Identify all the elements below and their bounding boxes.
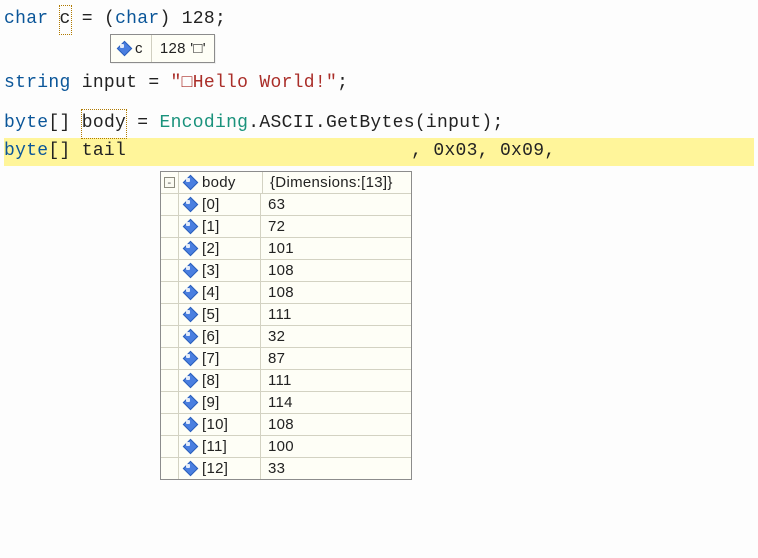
row-key: [10] bbox=[202, 417, 228, 432]
field-icon bbox=[185, 287, 196, 298]
keyword-char: char bbox=[4, 9, 48, 29]
datatip-c-value: 128 '□' bbox=[160, 37, 206, 60]
datatip-row[interactable]: [5] 111 bbox=[161, 304, 411, 326]
datatip-c[interactable]: c 128 '□' bbox=[110, 34, 215, 63]
hovered-variable-c[interactable]: c bbox=[60, 6, 71, 34]
row-val: 33 bbox=[261, 458, 303, 479]
datatip-row[interactable]: [3] 108 bbox=[161, 260, 411, 282]
datatip-row[interactable]: [2] 101 bbox=[161, 238, 411, 260]
code-text: = ( bbox=[71, 9, 115, 29]
expand-cell[interactable]: - bbox=[161, 172, 179, 193]
collapse-icon[interactable]: - bbox=[164, 177, 175, 188]
row-key: [8] bbox=[202, 373, 220, 388]
row-key: [4] bbox=[202, 285, 220, 300]
field-icon bbox=[119, 43, 130, 54]
string-literal: "□Hello World!" bbox=[171, 73, 338, 93]
datatip-row[interactable]: [9] 114 bbox=[161, 392, 411, 414]
keyword-string: string bbox=[4, 73, 71, 93]
code-text: [] tail bbox=[48, 141, 126, 161]
row-key: [12] bbox=[202, 461, 228, 476]
row-key: [1] bbox=[202, 219, 220, 234]
hovered-variable-body[interactable]: body bbox=[82, 110, 126, 138]
field-icon bbox=[185, 243, 196, 254]
row-key: [6] bbox=[202, 329, 220, 344]
datatip-row[interactable]: [10] 108 bbox=[161, 414, 411, 436]
class-name: Encoding bbox=[159, 113, 248, 133]
datatip-row[interactable]: [6] 32 bbox=[161, 326, 411, 348]
code-line-3: byte[] body = Encoding.ASCII.GetBytes(in… bbox=[4, 110, 754, 138]
datatip-row[interactable]: [4] 108 bbox=[161, 282, 411, 304]
row-val: 111 bbox=[261, 370, 303, 391]
row-val: 101 bbox=[261, 238, 303, 259]
field-icon bbox=[185, 419, 196, 430]
row-key: [3] bbox=[202, 263, 220, 278]
row-val: 87 bbox=[261, 348, 303, 369]
datatip-c-valuecell: 128 '□' bbox=[152, 35, 214, 62]
code-line-1: char c = (char) 128; bbox=[4, 6, 754, 34]
datatip-body-name: body bbox=[202, 175, 236, 190]
code-text: ) 128; bbox=[159, 9, 226, 29]
datatip-row[interactable]: [12] 33 bbox=[161, 458, 411, 479]
row-val: 72 bbox=[261, 216, 303, 237]
code-line-4-highlight: byte[] tail , 0x03, 0x09, bbox=[4, 138, 754, 166]
code-text: [] bbox=[48, 113, 81, 133]
keyword-char: char bbox=[115, 9, 159, 29]
row-val: 108 bbox=[261, 414, 303, 435]
field-icon bbox=[185, 309, 196, 320]
datatip-body-dimscell: {Dimensions:[13]} bbox=[263, 172, 411, 193]
datatip-row[interactable]: [11] 100 bbox=[161, 436, 411, 458]
datatip-c-name: c bbox=[135, 37, 143, 60]
row-key: [11] bbox=[202, 439, 227, 454]
field-icon bbox=[185, 331, 196, 342]
row-val: 63 bbox=[261, 194, 303, 215]
datatip-body[interactable]: - body {Dimensions:[13]} [0] 63 [1] 72 [2]… bbox=[160, 171, 412, 480]
hex-literals: , 0x03, 0x09, bbox=[411, 141, 555, 161]
row-val: 32 bbox=[261, 326, 303, 347]
datatip-row[interactable]: [7] 87 bbox=[161, 348, 411, 370]
row-key: [0] bbox=[202, 197, 220, 212]
keyword-byte: byte bbox=[4, 113, 48, 133]
row-val: 108 bbox=[261, 260, 303, 281]
row-val: 100 bbox=[261, 436, 303, 457]
code-text: ; bbox=[337, 73, 348, 93]
field-icon bbox=[185, 375, 196, 386]
field-icon bbox=[185, 353, 196, 364]
row-val: 114 bbox=[261, 392, 303, 413]
code-text: input = bbox=[71, 73, 171, 93]
row-key: [9] bbox=[202, 395, 220, 410]
field-icon bbox=[185, 199, 196, 210]
code-text: .ASCII.GetBytes(input); bbox=[248, 113, 503, 133]
row-key: [2] bbox=[202, 241, 220, 256]
row-key: [5] bbox=[202, 307, 220, 322]
datatip-row[interactable]: [1] 72 bbox=[161, 216, 411, 238]
field-icon bbox=[185, 265, 196, 276]
datatip-body-dims: {Dimensions:[13]} bbox=[270, 175, 393, 190]
keyword-byte: byte bbox=[4, 141, 48, 161]
datatip-c-namecell[interactable]: c bbox=[111, 35, 152, 62]
datatip-row[interactable]: [0] 63 bbox=[161, 194, 411, 216]
row-val: 108 bbox=[261, 282, 303, 303]
datatip-body-namecell[interactable]: body bbox=[179, 172, 263, 193]
field-icon bbox=[185, 397, 196, 408]
datatip-body-header[interactable]: - body {Dimensions:[13]} bbox=[161, 172, 411, 194]
field-icon bbox=[185, 441, 196, 452]
field-icon bbox=[185, 221, 196, 232]
code-line-2: string input = "□Hello World!"; bbox=[4, 70, 754, 98]
datatip-row[interactable]: [8] 111 bbox=[161, 370, 411, 392]
field-icon bbox=[185, 177, 196, 188]
row-val: 111 bbox=[261, 304, 303, 325]
field-icon bbox=[185, 463, 196, 474]
row-key: [7] bbox=[202, 351, 220, 366]
code-text: = bbox=[126, 113, 159, 133]
